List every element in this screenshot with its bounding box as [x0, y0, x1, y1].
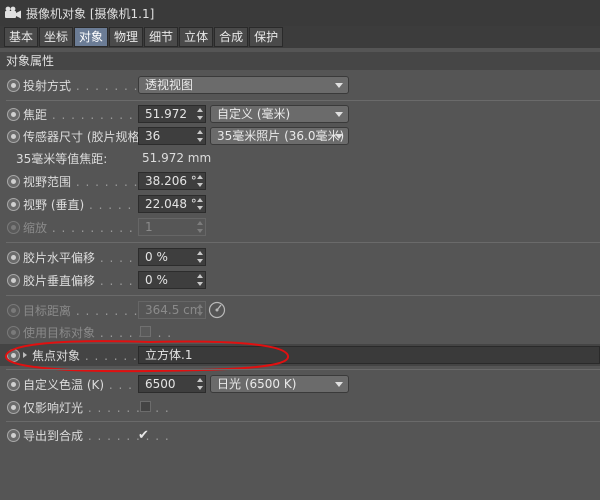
row-affect-lights: 仅影响灯光 . . . . . . . . .	[0, 396, 600, 418]
divider	[6, 242, 600, 243]
sensor-size-label: 传感器尺寸 (胶片规格)	[23, 129, 145, 144]
tab-details[interactable]: 细节	[144, 27, 179, 47]
custom-temp-input[interactable]: 6500	[138, 375, 206, 393]
spinner-icon	[197, 221, 203, 233]
row-focal-length: 焦距 . . . . . . . . . . . . . . . 51.972 …	[0, 103, 600, 125]
divider	[6, 100, 600, 101]
affect-lights-checkbox[interactable]	[140, 401, 151, 412]
animate-radio-icon	[7, 303, 20, 317]
divider	[6, 421, 600, 422]
row-custom-temperature: 自定义色温 (K) . . . . . . 6500 日光 (6500 K)	[0, 373, 600, 395]
tab-coordinates[interactable]: 坐标	[39, 27, 74, 47]
spinner-icon[interactable]	[197, 175, 203, 187]
tab-protection[interactable]: 保护	[249, 27, 284, 47]
spinner-icon[interactable]	[197, 378, 203, 390]
animate-radio-icon[interactable]	[7, 250, 20, 264]
row-fov-vertical: 视野 (垂直) . . . . . . . . . 22.048 °	[0, 193, 600, 215]
temperature-preset-dropdown[interactable]: 日光 (6500 K)	[210, 375, 349, 393]
target-distance-input: 364.5 cm	[138, 301, 206, 319]
window-titlebar: 摄像机对象 [摄像机1.1]	[0, 0, 600, 26]
row-projection: 投射方式 . . . . . . . . . . . 透视视图	[0, 74, 600, 96]
row-equiv-focal: 35毫米等值焦距: 51.972 mm	[0, 147, 600, 169]
animate-radio-icon[interactable]	[7, 78, 20, 92]
divider	[6, 295, 600, 296]
tab-object[interactable]: 对象	[74, 27, 109, 47]
spinner-icon[interactable]	[197, 274, 203, 286]
row-sensor-size: 传感器尺寸 (胶片规格) 36 35毫米照片 (36.0毫米)	[0, 125, 600, 147]
row-film-h-offset: 胶片水平偏移 . . . . . . . . 0 %	[0, 246, 600, 268]
film-h-offset-input[interactable]: 0 %	[138, 248, 206, 266]
animate-radio-icon[interactable]	[7, 129, 20, 143]
zoom-input: 1	[138, 218, 206, 236]
animate-radio-icon[interactable]	[7, 197, 20, 211]
chevron-down-icon	[335, 112, 343, 117]
chevron-down-icon	[335, 382, 343, 387]
row-zoom: 缩放 . . . . . . . . . . . . . . . 1	[0, 216, 600, 238]
divider	[6, 369, 600, 370]
row-film-v-offset: 胶片垂直偏移 . . . . . . . . 0 %	[0, 269, 600, 291]
spinner-icon[interactable]	[197, 198, 203, 210]
focal-length-input[interactable]: 51.972	[138, 105, 206, 123]
projection-dropdown[interactable]: 透视视图	[138, 76, 349, 94]
tab-basic[interactable]: 基本	[4, 27, 39, 47]
row-export-compositing: 导出到合成 . . . . . . . . . ✔	[0, 424, 600, 446]
section-object-properties: 对象属性	[0, 52, 600, 70]
spinner-icon[interactable]	[197, 108, 203, 120]
pick-target-icon[interactable]	[208, 301, 226, 322]
animate-radio-icon[interactable]	[7, 428, 20, 442]
animate-radio-icon[interactable]	[7, 107, 20, 121]
animate-radio-icon[interactable]	[7, 377, 20, 391]
focal-length-preset-dropdown[interactable]: 自定义 (毫米)	[210, 105, 349, 123]
sensor-preset-dropdown[interactable]: 35毫米照片 (36.0毫米)	[210, 127, 349, 145]
tab-stereo[interactable]: 立体	[179, 27, 214, 47]
tab-bar: 基本 坐标 对象 物理 细节 立体 合成 保护	[0, 26, 600, 48]
spinner-icon[interactable]	[197, 130, 203, 142]
animate-radio-icon	[7, 325, 20, 339]
animate-radio-icon[interactable]	[7, 174, 20, 188]
row-fov: 视野范围 . . . . . . . . . . . . 38.206 °	[0, 170, 600, 192]
film-v-offset-input[interactable]: 0 %	[138, 271, 206, 289]
equiv-focal-value: 51.972 mm	[142, 151, 212, 165]
use-target-checkbox	[140, 326, 151, 337]
sensor-size-input[interactable]: 36	[138, 127, 206, 145]
animate-radio-icon[interactable]	[7, 400, 20, 414]
spinner-icon[interactable]	[197, 251, 203, 263]
export-comp-checkbox[interactable]: ✔	[138, 428, 149, 443]
chevron-down-icon	[335, 134, 343, 139]
equiv-focal-label: 35毫米等值焦距:	[16, 151, 108, 166]
chevron-down-icon	[335, 83, 343, 88]
camera-icon	[0, 0, 26, 26]
animate-radio-icon	[7, 220, 20, 234]
fov-input[interactable]: 38.206 °	[138, 172, 206, 190]
spinner-icon	[197, 304, 203, 316]
tab-physical[interactable]: 物理	[109, 27, 144, 47]
row-target-distance: 目标距离 . . . . . . . . . . . . 364.5 cm	[0, 299, 600, 321]
tab-compositing[interactable]: 合成	[214, 27, 249, 47]
window-title: 摄像机对象 [摄像机1.1]	[26, 6, 155, 21]
fov-vertical-input[interactable]: 22.048 °	[138, 195, 206, 213]
animate-radio-icon[interactable]	[7, 273, 20, 287]
